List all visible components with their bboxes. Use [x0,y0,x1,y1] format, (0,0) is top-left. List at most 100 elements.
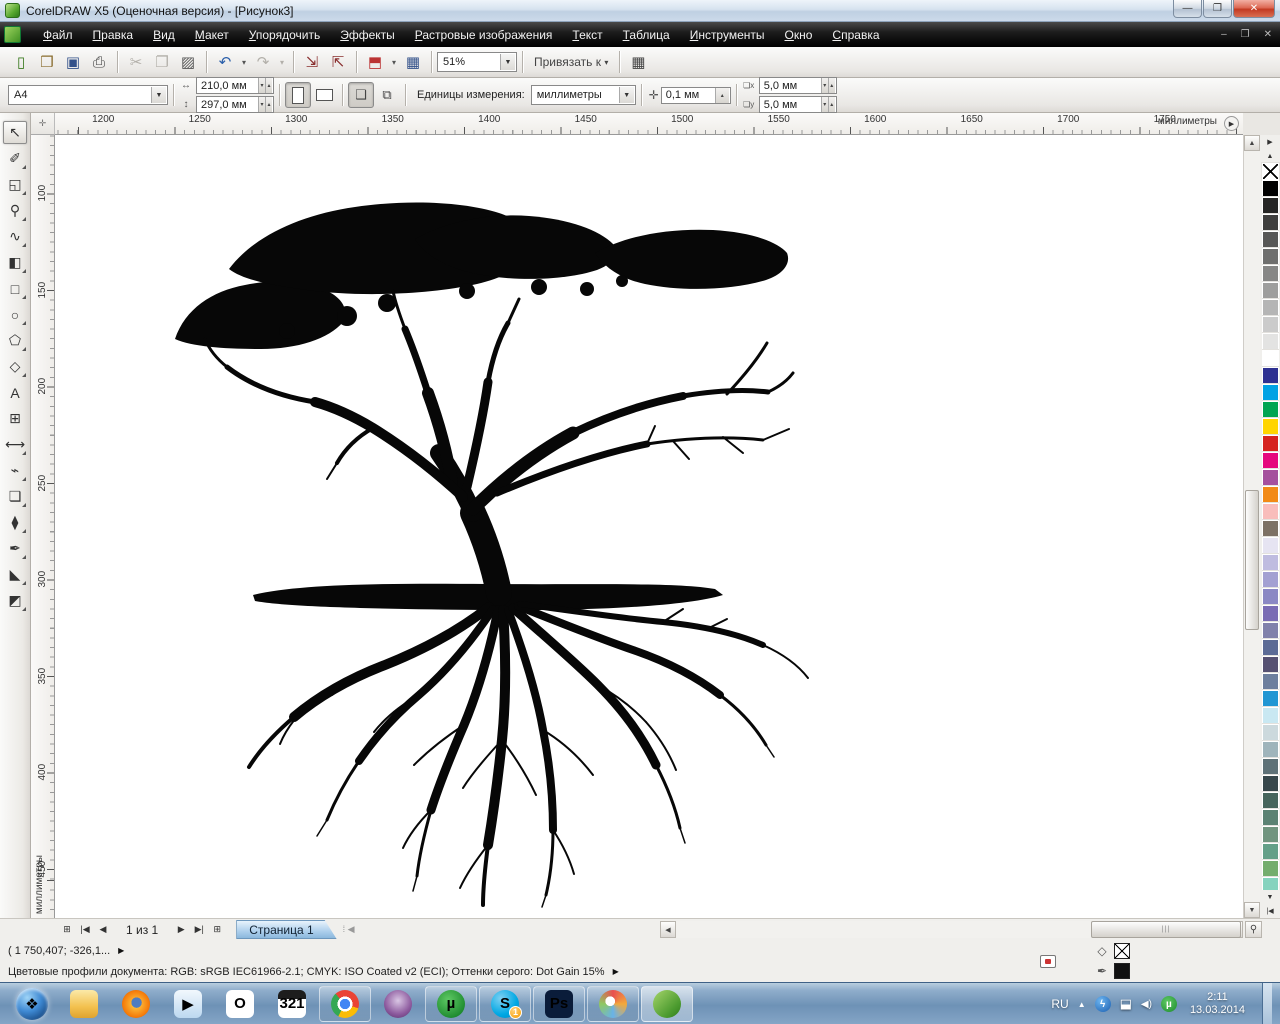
smart-fill-tool-icon[interactable]: ◧ [3,251,27,274]
color-swatch[interactable] [1261,791,1279,810]
scroll-left-icon[interactable]: ◀ [660,921,676,938]
clapperboard-321-icon[interactable]: 321 [266,986,318,1022]
duplicate-y-spinner[interactable]: ▾ ▴ [820,97,835,112]
zoom-tool-icon[interactable]: ⚲ [3,199,27,222]
color-swatch[interactable] [1261,621,1279,640]
color-swatch[interactable] [1261,859,1279,878]
paint-icon[interactable] [587,985,639,1022]
new-document-icon[interactable]: ▯ [8,50,34,74]
print-icon[interactable]: ⎙ [86,50,112,74]
network-tray-icon[interactable]: ⬓ [1120,996,1132,1012]
photoshop-icon[interactable]: Ps [533,985,585,1022]
paste-icon[interactable]: ▨ [175,50,201,74]
horizontal-scrollbar[interactable]: ◀ ||| ▶ [660,921,1243,938]
skype-icon[interactable]: S 1 [479,985,531,1022]
utorrent-icon[interactable]: µ [425,985,477,1022]
first-page-button[interactable]: |◀ [76,921,94,939]
all-pages-button[interactable]: ❑ [348,82,374,108]
menu-arrange[interactable]: Упорядочить [239,24,330,46]
menu-effects[interactable]: Эффекты [330,24,405,46]
color-swatch[interactable] [1261,774,1279,793]
clock[interactable]: 2:11 13.03.2014 [1190,991,1245,1017]
color-swatch[interactable] [1261,434,1279,453]
color-swatch[interactable] [1261,485,1279,504]
color-swatch[interactable] [1261,180,1279,198]
menu-bitmaps[interactable]: Растровые изображения [405,24,563,46]
duplicate-x-field[interactable]: 5,0 мм ▾ ▴ [758,77,837,94]
color-swatch[interactable] [1261,876,1279,890]
paper-height-spinner[interactable]: ▾ ▴ [258,97,272,112]
menu-view[interactable]: Вид [143,24,185,46]
color-swatch[interactable] [1261,808,1279,827]
color-swatch[interactable] [1261,230,1279,249]
close-button[interactable]: ✕ [1233,0,1275,18]
color-swatch[interactable] [1261,757,1279,776]
color-swatch[interactable] [1261,689,1279,708]
next-page-button[interactable]: ▶ [172,921,190,939]
fill-color-indicator[interactable] [1114,943,1130,959]
color-swatch[interactable] [1261,536,1279,555]
units-combo[interactable]: миллиметры ▼ [530,85,636,105]
color-swatch[interactable] [1261,825,1279,844]
cut-icon[interactable]: ✂ [123,50,149,74]
utorrent-tray-icon[interactable]: µ [1160,996,1177,1012]
color-swatch[interactable] [1261,519,1279,538]
paper-type-combo[interactable]: A4 ▼ [8,85,168,105]
language-indicator[interactable]: RU [1051,997,1068,1011]
start-button[interactable]: ❖ [6,986,58,1022]
outline-pen-tool-icon[interactable]: ✒ [3,537,27,560]
hidden-icons-button[interactable]: ▲ [1078,1000,1086,1009]
chrome-icon[interactable] [319,985,371,1022]
paper-width-spinner[interactable]: ▾ ▴ [258,78,272,93]
mdi-restore-button[interactable]: ❐ [1241,29,1250,40]
previous-page-button[interactable]: ◀ [94,921,112,939]
firefox-icon[interactable] [110,986,162,1022]
color-swatch[interactable] [1261,570,1279,589]
import-icon[interactable]: ⇲ [299,50,325,74]
color-swatch[interactable] [1261,349,1279,368]
menu-tools[interactable]: Инструменты [680,24,775,46]
pick-tool-icon[interactable]: ↖ [3,121,27,144]
color-swatch[interactable] [1261,315,1279,334]
last-page-button[interactable]: ▶| [190,921,208,939]
color-swatch[interactable] [1261,332,1279,351]
color-swatch[interactable] [1261,638,1279,657]
drawing-canvas[interactable] [55,135,1243,918]
add-page-button[interactable]: ⊞ [58,921,76,939]
color-swatch[interactable] [1261,400,1279,419]
document-icon[interactable] [4,26,21,43]
undo-dropdown-icon[interactable]: ▾ [238,50,250,74]
opera-icon[interactable]: O [214,986,266,1022]
duplicate-y-field[interactable]: 5,0 мм ▾ ▴ [758,96,837,113]
status-expand-icon[interactable]: ▶ [118,946,124,955]
copy-icon[interactable]: ❐ [149,50,175,74]
text-tool-icon[interactable]: A [3,381,27,404]
restore-button[interactable]: ❐ [1203,0,1232,18]
scroll-down-icon[interactable]: ▼ [1244,902,1260,918]
minimize-button[interactable]: — [1173,0,1202,18]
color-swatch[interactable] [1261,417,1279,436]
color-swatch[interactable] [1261,383,1279,402]
pan-zoom-button[interactable]: ⚲ [1245,921,1262,938]
color-swatch[interactable] [1261,587,1279,606]
show-desktop-button[interactable] [1262,983,1272,1024]
rectangle-tool-icon[interactable]: □ [3,277,27,300]
zoom-dropdown-icon[interactable]: ▼ [500,54,515,70]
palette-expand-button[interactable]: |◀ [1260,904,1280,918]
horizontal-ruler[interactable]: 1200 1250 1300 1350 1400 1450 1500 1550 1600 1650… [55,113,1243,135]
color-swatch[interactable] [1261,366,1279,385]
dimension-tool-icon[interactable]: ⟷ [3,433,27,456]
save-icon[interactable]: ▣ [60,50,86,74]
page-tab[interactable]: Страница 1 [236,920,336,939]
ruler-options-button[interactable]: ▶ [1224,116,1239,131]
no-color-swatch[interactable] [1260,162,1280,181]
shape-tool-icon[interactable]: ✐ [3,147,27,170]
fill-tool-icon[interactable]: ◣ [3,563,27,586]
color-swatch[interactable] [1261,213,1279,232]
open-icon[interactable]: ❒ [34,50,60,74]
menu-help[interactable]: Справка [822,24,889,46]
export-icon[interactable]: ⇱ [325,50,351,74]
scroll-up-icon[interactable]: ▲ [1244,135,1260,151]
tree-silhouette-artwork[interactable] [167,191,827,918]
color-swatch[interactable] [1261,706,1279,725]
